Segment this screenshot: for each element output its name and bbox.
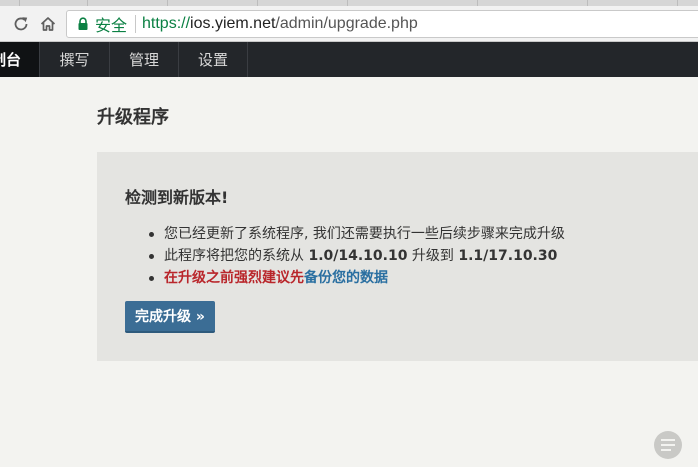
- floating-menu-button[interactable]: [654, 431, 682, 459]
- address-bar[interactable]: 安全 https://ios.yiem.net/admin/upgrade.ph…: [66, 10, 698, 38]
- upgrade-steps-list: 您已经更新了系统程序, 我们还需要执行一些后续步骤来完成升级 此程序将把您的系统…: [147, 223, 698, 289]
- panel-heading: 检测到新版本!: [125, 188, 229, 207]
- step-text: 此程序将把您的系统从: [164, 248, 309, 264]
- admin-nav-bar: 制台 撰写 管理 设置: [0, 42, 698, 77]
- complete-upgrade-button[interactable]: 完成升级 »: [125, 301, 215, 333]
- step-text: 您已经更新了系统程序, 我们还需要执行一些后续步骤来完成升级: [164, 226, 565, 242]
- reload-icon: [14, 17, 28, 31]
- home-button[interactable]: [38, 14, 58, 34]
- nav-item-dashboard[interactable]: 制台: [0, 42, 40, 77]
- omnibox-divider: [135, 15, 137, 33]
- page-title: 升级程序: [97, 107, 169, 128]
- nav-item-label: 撰写: [59, 51, 90, 69]
- step-text: 升级到: [407, 248, 459, 264]
- url-scheme: https://: [142, 15, 191, 32]
- menu-icon: [661, 439, 675, 451]
- list-item: 您已经更新了系统程序, 我们还需要执行一些后续步骤来完成升级: [147, 223, 698, 245]
- nav-item-label: 制台: [0, 51, 21, 69]
- home-icon: [40, 17, 56, 31]
- lock-icon: [77, 17, 89, 31]
- url-path: /admin/upgrade.php: [275, 15, 418, 32]
- list-item: 在升级之前强烈建议先备份您的数据: [147, 267, 698, 289]
- nav-item-settings[interactable]: 设置: [179, 42, 248, 77]
- from-version: 1.0/14.10.10: [308, 248, 408, 264]
- nav-item-write[interactable]: 撰写: [40, 42, 110, 77]
- upgrade-panel: 检测到新版本! 您已经更新了系统程序, 我们还需要执行一些后续步骤来完成升级 此…: [97, 152, 698, 361]
- reload-button[interactable]: [11, 14, 31, 34]
- browser-toolbar: 安全 https://ios.yiem.net/admin/upgrade.ph…: [0, 6, 698, 42]
- secure-label: 安全: [95, 18, 128, 35]
- list-item: 此程序将把您的系统从 1.0/14.10.10 升级到 1.1/17.10.30: [147, 245, 698, 267]
- url-host: ios.yiem.net: [190, 15, 276, 32]
- backup-warning: 在升级之前强烈建议先: [164, 270, 304, 286]
- nav-item-label: 设置: [197, 51, 228, 69]
- backup-data-link[interactable]: 备份您的数据: [304, 270, 388, 286]
- nav-item-label: 管理: [128, 51, 159, 69]
- nav-item-manage[interactable]: 管理: [110, 42, 179, 77]
- to-version: 1.1/17.10.30: [458, 248, 558, 264]
